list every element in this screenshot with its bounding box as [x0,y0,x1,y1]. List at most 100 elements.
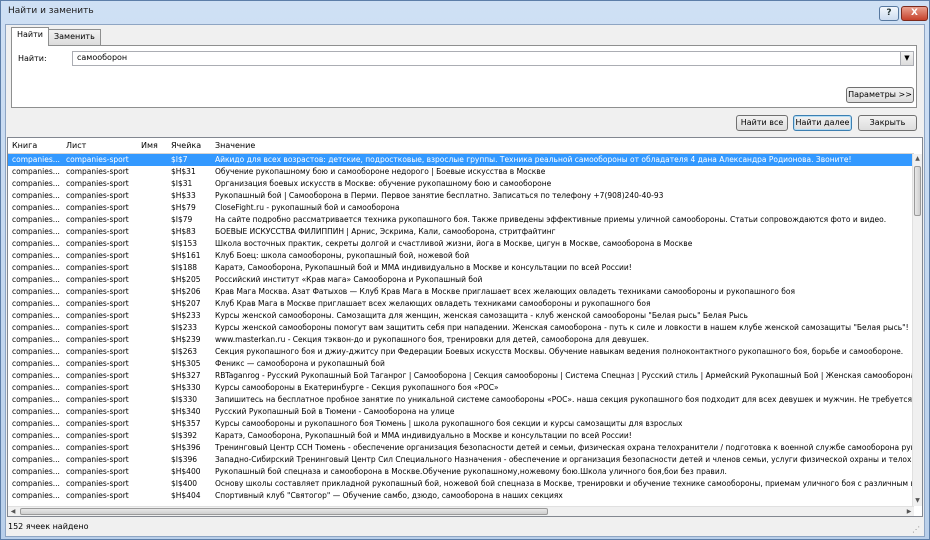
cell-value: Курсы самообороны и рукопашного боя Тюме… [215,419,683,428]
cell-sheet: companies-sport [66,407,129,416]
horizontal-scroll-thumb[interactable] [20,508,548,515]
cell-book: companies... [12,251,60,260]
table-row[interactable]: companies... companies-sport $H$83 БОЕВЫЕ И… [8,226,912,238]
table-row[interactable]: companies... companies-sport $H$161 Клуб Бо… [8,250,912,262]
table-row[interactable]: companies... companies-sport $H$357 Курсы с… [8,418,912,430]
options-button[interactable]: Параметры >> [846,87,914,103]
cell-book: companies... [12,395,60,404]
table-row[interactable]: companies... companies-sport $H$207 Клуб Кр… [8,298,912,310]
help-button[interactable]: ? [879,6,899,21]
cell-cell: $H$207 [171,299,201,308]
cell-sheet: companies-sport [66,287,129,296]
cell-book: companies... [12,359,60,368]
table-row[interactable]: companies... companies-sport $H$404 Спортив… [8,490,912,502]
find-next-button[interactable]: Найти далее [793,115,852,131]
scroll-left-icon[interactable]: ◀ [8,507,18,516]
chevron-down-icon[interactable]: ▼ [900,52,913,65]
find-input[interactable]: самооборон ▼ [72,51,914,66]
cell-cell: $H$396 [171,443,201,452]
table-row[interactable]: companies... companies-sport $H$400 Рукопаш… [8,466,912,478]
cell-book: companies... [12,311,60,320]
table-row[interactable]: companies... companies-sport $I$233 Курсы ж… [8,322,912,334]
find-replace-dialog: Найти и заменить ? X Найти Заменить Найт… [0,0,930,540]
cell-sheet: companies-sport [66,203,129,212]
cell-sheet: companies-sport [66,179,129,188]
cell-book: companies... [12,203,60,212]
scroll-up-icon[interactable]: ▲ [913,154,922,164]
table-row[interactable]: companies... companies-sport $I$263 Секция … [8,346,912,358]
table-row[interactable]: companies... companies-sport $I$31 Организа… [8,178,912,190]
cell-cell: $H$239 [171,335,201,344]
resize-grip-icon[interactable]: ⋰ [912,525,922,535]
results-list[interactable]: Книга Лист Имя Ячейка Значение companies… [7,137,923,517]
cell-value: Курсы женской самообороны помогут вам за… [215,323,909,332]
vertical-scrollbar[interactable]: ▲ ▼ [912,154,922,506]
cell-book: companies... [12,491,60,500]
cell-sheet: companies-sport [66,215,129,224]
vertical-scroll-thumb[interactable] [914,166,921,216]
cell-value: CloseFight.ru - рукопашный бой и самообо… [215,203,400,212]
cell-value: Рукопашный бой спецназа и самооборона в … [215,467,727,476]
table-row[interactable]: companies... companies-sport $I$330 Запишит… [8,394,912,406]
table-row[interactable]: companies... companies-sport $H$239 www.mas… [8,334,912,346]
cell-value: Тренинговый Центр ССН Тюмень - обеспечен… [215,443,912,452]
table-row[interactable]: companies... companies-sport $H$327 RBTagan… [8,370,912,382]
table-row[interactable]: companies... companies-sport $I$392 Каратэ,… [8,430,912,442]
table-row[interactable]: companies... companies-sport $H$31 Обучение… [8,166,912,178]
find-input-value: самооборон [77,53,128,62]
cell-sheet: companies-sport [66,347,129,356]
column-header-cell[interactable]: Ячейка [171,141,213,150]
table-row[interactable]: companies... companies-sport $H$205 Российс… [8,274,912,286]
horizontal-scrollbar[interactable]: ◀ ▶ [8,506,914,516]
tab-replace[interactable]: Заменить [48,29,101,45]
cell-sheet: companies-sport [66,431,129,440]
cell-sheet: companies-sport [66,263,129,272]
cell-book: companies... [12,335,60,344]
cell-sheet: companies-sport [66,299,129,308]
table-row[interactable]: companies... companies-sport $I$153 Школа в… [8,238,912,250]
column-header-book[interactable]: Книга [12,141,67,150]
title-bar[interactable]: Найти и заменить ? X [1,1,929,23]
cell-cell: $H$400 [171,467,201,476]
table-row[interactable]: companies... companies-sport $H$396 Тренинг… [8,442,912,454]
cell-value: Клуб Боец: школа самообороны, рукопашный… [215,251,470,260]
results-rows: companies... companies-sport $I$7 Айкидо дл… [8,154,912,506]
column-header-sheet[interactable]: Лист [66,141,138,150]
cell-sheet: companies-sport [66,323,129,332]
close-button[interactable]: Закрыть [858,115,917,131]
cell-cell: $H$33 [171,191,196,200]
cell-value: Каратэ, Самооборона, Рукопашный бой и ММ… [215,263,632,272]
table-row[interactable]: companies... companies-sport $H$305 Феникс … [8,358,912,370]
column-header-name[interactable]: Имя [141,141,169,150]
cell-value: На сайте подробно рассматривается техник… [215,215,887,224]
cell-cell: $H$330 [171,383,201,392]
table-row[interactable]: companies... companies-sport $I$400 Основу … [8,478,912,490]
scroll-down-icon[interactable]: ▼ [913,496,922,506]
cell-cell: $H$83 [171,227,196,236]
table-row[interactable]: companies... companies-sport $H$340 Русский… [8,406,912,418]
cell-cell: $H$327 [171,371,201,380]
find-all-button[interactable]: Найти все [736,115,788,131]
close-window-button[interactable]: X [901,6,928,21]
cell-book: companies... [12,467,60,476]
cell-book: companies... [12,371,60,380]
tab-find[interactable]: Найти [11,27,49,46]
column-header-value[interactable]: Значение [215,141,915,150]
table-row[interactable]: companies... companies-sport $H$206 Крав Ма… [8,286,912,298]
table-row[interactable]: companies... companies-sport $H$330 Курсы с… [8,382,912,394]
scroll-right-icon[interactable]: ▶ [904,507,914,516]
cell-book: companies... [12,347,60,356]
table-row[interactable]: companies... companies-sport $H$79 CloseFig… [8,202,912,214]
table-row[interactable]: companies... companies-sport $I$79 На сайте… [8,214,912,226]
table-row[interactable]: companies... companies-sport $H$33 Рукопашн… [8,190,912,202]
table-row[interactable]: companies... companies-sport $I$396 Западно… [8,454,912,466]
cell-cell: $H$161 [171,251,201,260]
cell-sheet: companies-sport [66,275,129,284]
table-row[interactable]: companies... companies-sport $I$7 Айкидо дл… [8,154,912,166]
table-row[interactable]: companies... companies-sport $I$188 Каратэ,… [8,262,912,274]
cell-value: Курсы самообороны в Екатеринбурге - Секц… [215,383,499,392]
cell-value: Курсы женской самообороны. Самозащита дл… [215,311,748,320]
find-label: Найти: [18,54,47,63]
cell-value: Русский Рукопашный Бой в Тюмени - Самооб… [215,407,455,416]
table-row[interactable]: companies... companies-sport $H$233 Курсы ж… [8,310,912,322]
